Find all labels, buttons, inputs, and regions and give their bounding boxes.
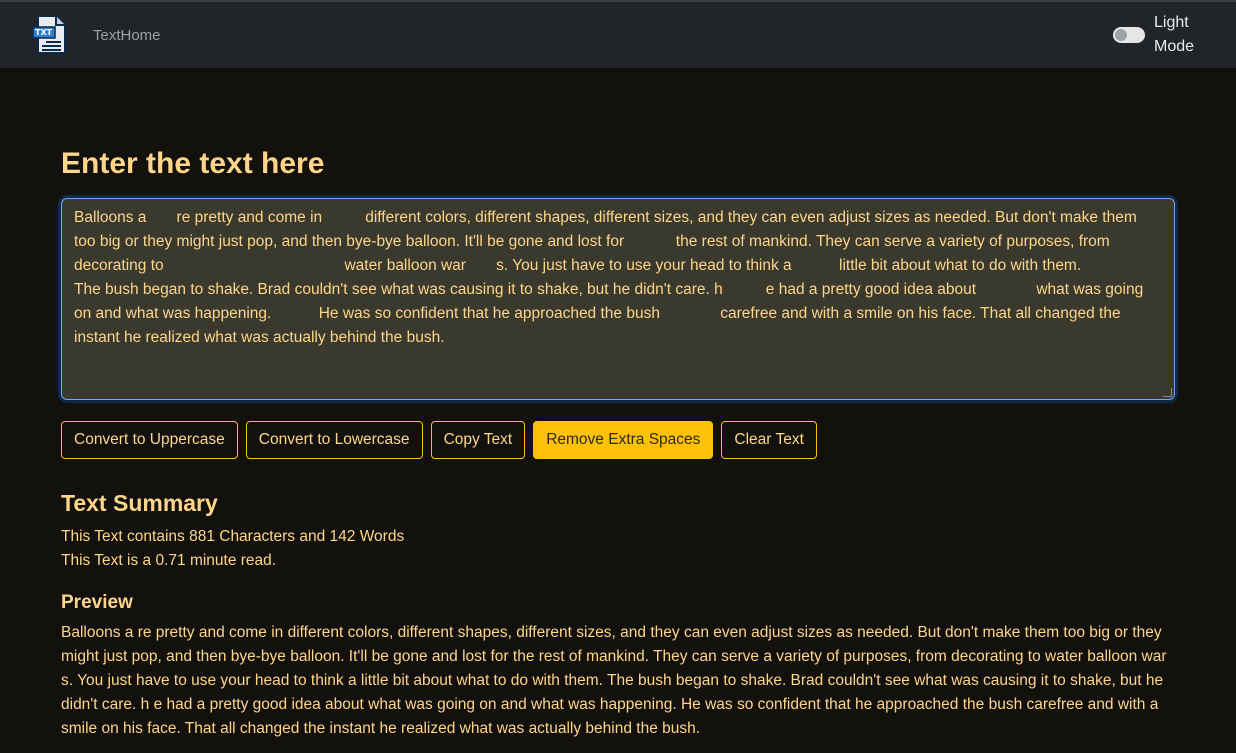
light-mode-toggle[interactable] [1113, 27, 1145, 43]
convert-uppercase-button[interactable]: Convert to Uppercase [61, 421, 238, 459]
resize-grip[interactable] [1163, 388, 1172, 397]
text-input-area[interactable]: Balloons a re pretty and come in differe… [61, 198, 1175, 400]
mode-switch[interactable]: Light Mode [1113, 11, 1198, 59]
remove-extra-spaces-button[interactable]: Remove Extra Spaces [533, 421, 714, 459]
brand-link[interactable]: TextHome [93, 27, 161, 44]
counts-line: This Text contains 881 Characters and 14… [61, 528, 405, 545]
copy-text-button[interactable]: Copy Text [430, 421, 526, 459]
summary-lines: This Text contains 881 Characters and 14… [61, 525, 1175, 573]
txt-file-icon[interactable]: TXT [32, 15, 68, 55]
preview-heading: Preview [61, 592, 133, 613]
summary-heading: Text Summary [61, 490, 218, 516]
preview-text: Balloons a re pretty and come in differe… [61, 624, 1167, 737]
toggle-knob [1115, 29, 1127, 41]
action-buttons: Convert to Uppercase Convert to Lowercas… [61, 421, 1175, 459]
read-time-line: This Text is a 0.71 minute read. [61, 552, 277, 569]
light-mode-label[interactable]: Light Mode [1154, 11, 1198, 59]
convert-lowercase-button[interactable]: Convert to Lowercase [245, 421, 423, 459]
logo-text: TXT [35, 28, 53, 37]
page-title: Enter the text here [61, 147, 325, 180]
main-container: Enter the text here Balloons a re pretty… [0, 146, 1236, 741]
clear-text-button[interactable]: Clear Text [721, 421, 817, 459]
navbar: TXT TextHome Light Mode [0, 0, 1236, 68]
